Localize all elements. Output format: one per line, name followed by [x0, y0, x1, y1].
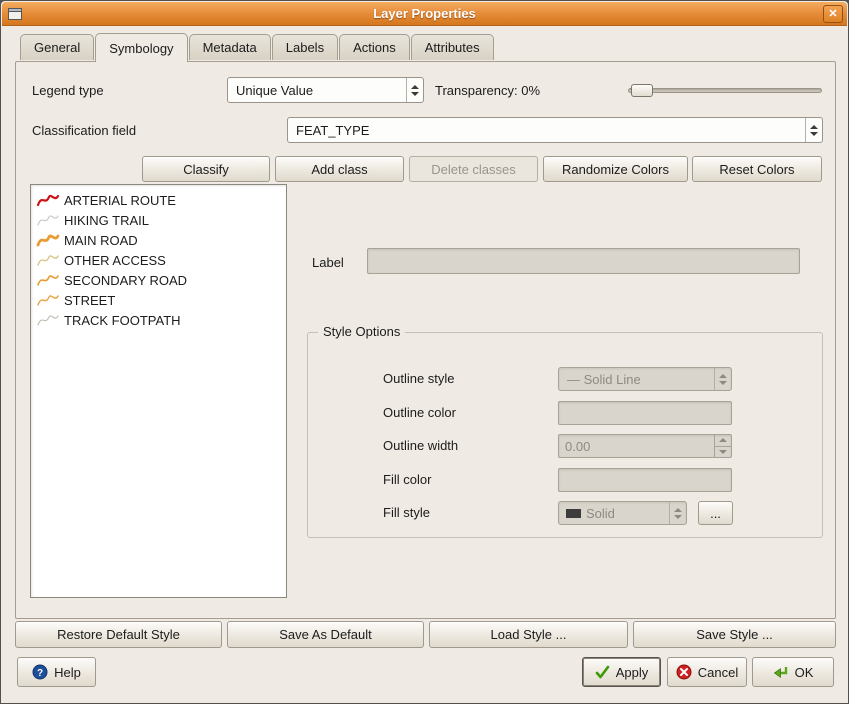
list-item-other-access[interactable]: OTHER ACCESS [33, 250, 284, 270]
ok-enter-arrow-icon [773, 665, 789, 680]
outline-color-label: Outline color [383, 405, 456, 420]
line-symbol-icon [36, 293, 60, 307]
fill-style-preview: Solid [559, 506, 615, 521]
ok-button[interactable]: OK [752, 657, 834, 687]
window-title: Layer Properties [2, 2, 847, 26]
list-item-hiking-trail[interactable]: HIKING TRAIL [33, 210, 284, 230]
list-item-main-road[interactable]: MAIN ROAD [33, 230, 284, 250]
outline-style-label: Outline style [383, 371, 455, 386]
class-label: SECONDARY ROAD [64, 273, 187, 288]
fill-style-more-button[interactable]: ... [698, 501, 733, 525]
apply-check-icon [595, 665, 610, 679]
cancel-label: Cancel [698, 665, 738, 680]
chevron-updown-icon [805, 118, 822, 142]
chevron-updown-icon [714, 368, 731, 390]
apply-label: Apply [616, 665, 649, 680]
outline-width-value: 0.00 [559, 439, 714, 454]
transparency-slider[interactable] [628, 77, 822, 103]
class-label: HIKING TRAIL [64, 213, 149, 228]
tab-labels[interactable]: Labels [272, 34, 338, 60]
legend-type-select[interactable]: Unique Value [227, 77, 424, 103]
fill-color-button [558, 468, 732, 492]
restore-default-style-button[interactable]: Restore Default Style [15, 621, 222, 648]
transparency-label: Transparency: 0% [435, 83, 540, 98]
delete-classes-button: Delete classes [409, 156, 538, 182]
line-symbol-icon [36, 253, 60, 267]
slider-handle[interactable] [631, 84, 653, 97]
slider-track [628, 88, 822, 93]
cancel-button[interactable]: Cancel [667, 657, 747, 687]
title-bar[interactable]: Layer Properties ✕ [2, 2, 847, 26]
randomize-colors-button[interactable]: Randomize Colors [543, 156, 688, 182]
style-options-group: Style Options Outline style — Solid Line… [307, 332, 823, 538]
outline-color-button [558, 401, 732, 425]
outline-style-value: — Solid Line [559, 372, 714, 387]
classify-button[interactable]: Classify [142, 156, 270, 182]
class-list[interactable]: ARTERIAL ROUTE HIKING TRAIL MAIN ROAD OT… [30, 184, 287, 598]
svg-text:?: ? [37, 668, 43, 679]
save-as-default-button[interactable]: Save As Default [227, 621, 424, 648]
label-field-label: Label [312, 255, 344, 270]
tab-metadata[interactable]: Metadata [189, 34, 271, 60]
list-item-street[interactable]: STREET [33, 290, 284, 310]
line-symbol-icon [36, 313, 60, 327]
label-input[interactable] [367, 248, 800, 274]
layer-properties-dialog: Layer Properties ✕ General Symbology Met… [0, 0, 849, 704]
reset-colors-button[interactable]: Reset Colors [692, 156, 822, 182]
help-label: Help [54, 665, 81, 680]
load-style-button[interactable]: Load Style ... [429, 621, 628, 648]
class-label: TRACK FOOTPATH [64, 313, 181, 328]
line-symbol-icon [36, 213, 60, 227]
classification-field-select[interactable]: FEAT_TYPE [287, 117, 823, 143]
spinner-arrows-icon [714, 435, 731, 457]
style-options-title: Style Options [318, 324, 405, 339]
fill-style-label: Fill style [383, 505, 430, 520]
symbology-panel: Legend type Unique Value Transparency: 0… [15, 61, 836, 619]
legend-type-value: Unique Value [228, 83, 406, 98]
outline-width-label: Outline width [383, 438, 458, 453]
classification-field-label: Classification field [32, 123, 136, 138]
tab-bar: General Symbology Metadata Labels Action… [20, 33, 494, 62]
list-item-track-footpath[interactable]: TRACK FOOTPATH [33, 310, 284, 330]
tab-symbology[interactable]: Symbology [95, 33, 187, 62]
class-label: OTHER ACCESS [64, 253, 166, 268]
save-style-button[interactable]: Save Style ... [633, 621, 836, 648]
outline-style-select: — Solid Line [558, 367, 732, 391]
outline-width-spinner: 0.00 [558, 434, 732, 458]
tab-attributes[interactable]: Attributes [411, 34, 494, 60]
legend-type-label: Legend type [32, 83, 104, 98]
fill-swatch-icon [566, 509, 581, 518]
classification-field-value: FEAT_TYPE [288, 123, 805, 138]
help-icon: ? [32, 664, 48, 680]
list-item-secondary-road[interactable]: SECONDARY ROAD [33, 270, 284, 290]
chevron-updown-icon [406, 78, 423, 102]
line-symbol-icon [36, 273, 60, 287]
chevron-updown-icon [669, 502, 686, 524]
tab-general[interactable]: General [20, 34, 94, 60]
class-label: STREET [64, 293, 115, 308]
fill-style-value: Solid [586, 506, 615, 521]
apply-button[interactable]: Apply [582, 657, 661, 687]
line-symbol-icon [36, 233, 60, 247]
tab-actions[interactable]: Actions [339, 34, 410, 60]
class-label: MAIN ROAD [64, 233, 138, 248]
line-symbol-icon [36, 193, 60, 207]
add-class-button[interactable]: Add class [275, 156, 404, 182]
help-button[interactable]: ? Help [17, 657, 96, 687]
ok-label: OK [795, 665, 814, 680]
cancel-icon [676, 664, 692, 680]
fill-style-select: Solid [558, 501, 687, 525]
close-button[interactable]: ✕ [823, 5, 843, 23]
list-item-arterial-route[interactable]: ARTERIAL ROUTE [33, 190, 284, 210]
fill-color-label: Fill color [383, 472, 431, 487]
class-label: ARTERIAL ROUTE [64, 193, 176, 208]
